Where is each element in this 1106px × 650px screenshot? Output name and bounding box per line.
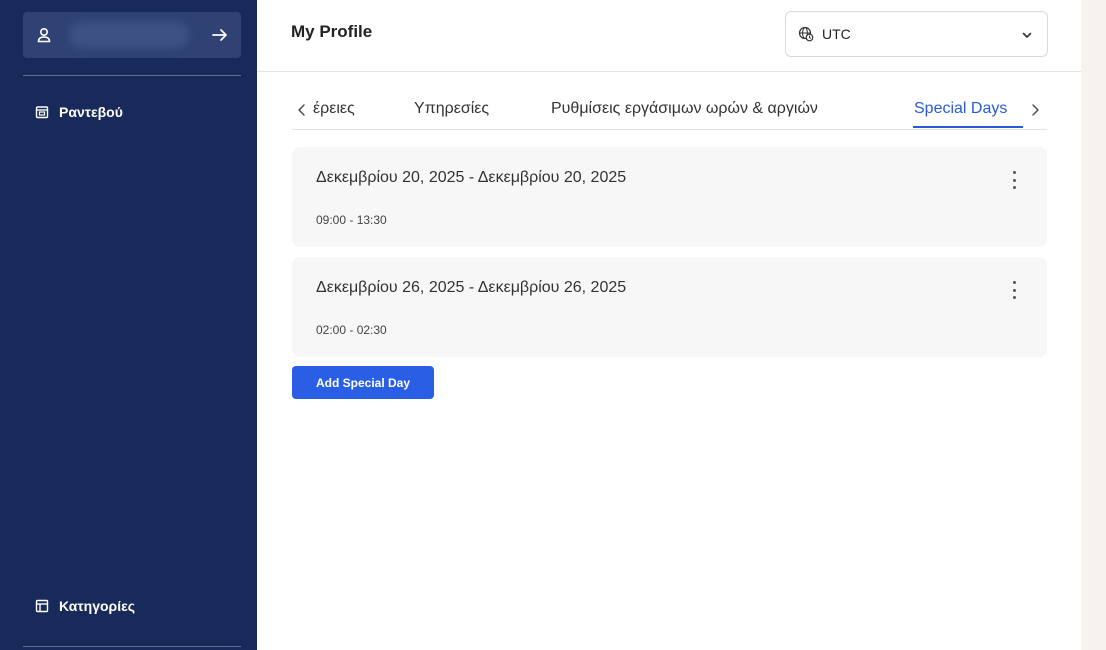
chevron-right-icon[interactable]	[1031, 102, 1045, 118]
add-special-day-button[interactable]: Add Special Day	[292, 366, 434, 399]
tab-services[interactable]: Υπηρεσίες	[414, 100, 489, 118]
chevron-left-icon[interactable]	[296, 102, 310, 118]
top-header: My Profile UTC	[257, 0, 1081, 72]
globe-clock-icon	[798, 26, 814, 42]
tab-working-hours[interactable]: Ρυθμίσεις εργάσιμων ωρών & αργιών	[551, 100, 818, 118]
special-day-range: Δεκεμβρίου 20, 2025 - Δεκεμβρίου 20, 202…	[316, 169, 627, 186]
timezone-value: UTC	[822, 26, 851, 42]
special-day-card: Δεκεμβρίου 20, 2025 - Δεκεμβρίου 20, 202…	[292, 147, 1047, 247]
active-tab-indicator	[913, 126, 1023, 128]
special-day-range: Δεκεμβρίου 26, 2025 - Δεκεμβρίου 26, 202…	[316, 279, 627, 296]
sidebar-item-label: Κατηγορίες	[59, 598, 136, 614]
sidebar-divider	[23, 646, 241, 647]
profile-tabs: έρειες Υπηρεσίες Ρυθμίσεις εργάσιμων ωρώ…	[292, 96, 1047, 130]
tab-item-0[interactable]: έρειες	[313, 100, 355, 118]
layout-icon	[35, 599, 49, 613]
user-icon	[35, 26, 53, 44]
chevron-down-icon	[1021, 29, 1033, 41]
sidebar-item-categories[interactable]: Κατηγορίες	[35, 598, 135, 614]
more-vertical-icon[interactable]	[1011, 171, 1017, 189]
more-vertical-icon[interactable]	[1011, 281, 1017, 299]
user-name-redacted	[69, 22, 189, 48]
page-title: My Profile	[291, 22, 373, 41]
calendar-icon	[35, 105, 49, 119]
sidebar-divider	[23, 75, 241, 76]
sidebar-item-appointments[interactable]: Ραντεβού	[35, 104, 123, 120]
special-day-time: 02:00 - 02:30	[316, 323, 387, 337]
special-day-card: Δεκεμβρίου 26, 2025 - Δεκεμβρίου 26, 202…	[292, 257, 1047, 357]
edge-strip	[1081, 0, 1106, 650]
user-menu[interactable]	[23, 12, 241, 58]
timezone-select[interactable]: UTC	[785, 11, 1048, 57]
sidebar-item-label: Ραντεβού	[59, 104, 123, 120]
special-day-time: 09:00 - 13:30	[316, 213, 387, 227]
arrow-right-icon[interactable]	[211, 26, 229, 44]
sidebar: Ραντεβού Κατηγορίες	[0, 0, 257, 650]
tab-special-days[interactable]: Special Days	[914, 100, 1007, 118]
